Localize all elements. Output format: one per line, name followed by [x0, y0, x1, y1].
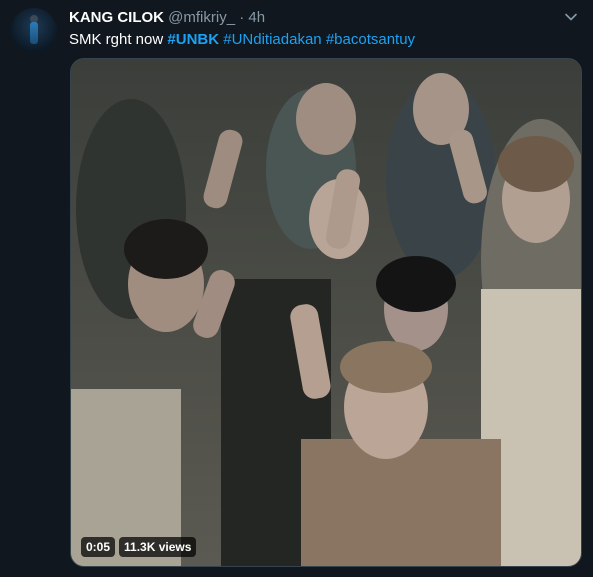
tweet-text: SMK rght now #UNBK #UNditiadakan #bacots…: [69, 31, 415, 48]
author-name[interactable]: KANG CILOK: [69, 9, 164, 26]
video-view-count: 11.3K views: [119, 537, 197, 557]
tweet: KANG CILOK @mfikriy_ · 4h SMK rght now #…: [0, 0, 593, 577]
video-badges: 0:05 11.3K views: [81, 537, 197, 557]
author-handle[interactable]: @mfikriy_: [168, 9, 235, 26]
hashtag-unditiadakan[interactable]: #UNditiadakan: [223, 31, 321, 48]
header-separator: ·: [239, 9, 245, 26]
tweet-timestamp[interactable]: 4h: [248, 9, 265, 26]
video-frame: [71, 59, 581, 566]
avatar[interactable]: [11, 8, 57, 54]
chevron-down-icon[interactable]: [563, 9, 579, 25]
hashtag-unbk[interactable]: #UNBK: [167, 31, 219, 48]
avatar-figure-body: [30, 22, 38, 44]
hashtag-bacotsantuy[interactable]: #bacotsantuy: [326, 31, 415, 48]
tweet-header: KANG CILOK @mfikriy_ · 4h: [69, 9, 265, 26]
video-player[interactable]: [70, 58, 582, 567]
tweet-text-plain: SMK rght now: [69, 31, 164, 48]
video-elapsed-time: 0:05: [81, 537, 116, 557]
